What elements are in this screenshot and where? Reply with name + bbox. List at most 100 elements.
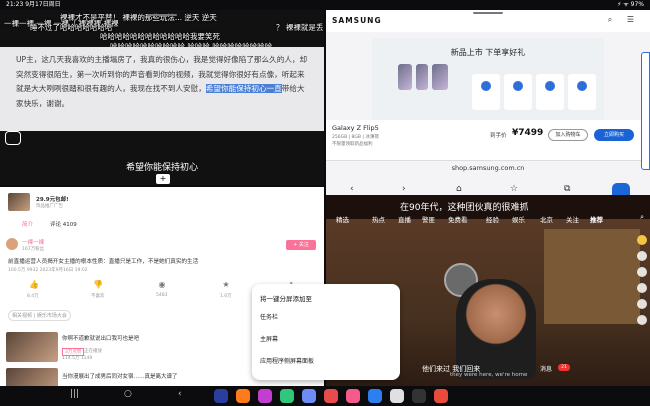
message-badge: 21 — [558, 364, 570, 371]
video-subtitle: 希望你能保持初心 — [125, 163, 198, 173]
publish-button[interactable]: + — [156, 174, 170, 184]
ad-title[interactable]: 29.9元包邮! — [36, 195, 69, 203]
video-stats: 100.5万 9932 2023年9月16日 19:02 — [8, 268, 88, 273]
related-tag[interactable]: 相关视频 | 娱乐市场大会 — [8, 310, 71, 321]
feature-card[interactable] — [536, 74, 564, 110]
url-text[interactable]: shop.samsung.com.cn — [326, 164, 650, 172]
video-tabs: 精选 热点 直播 警匪 免费看 经验 娱乐 北京 关注 推荐 — [326, 214, 650, 225]
promo-banner[interactable]: 新品上市 下单享好礼 — [372, 38, 604, 124]
taskbar: ||| ○ ‹ — [0, 386, 650, 406]
url-bar[interactable]: shop.samsung.com.cn — [326, 160, 650, 176]
tab-comments[interactable]: 评论 4109 — [50, 220, 77, 228]
banner-title: 新品上市 下单享好礼 — [450, 48, 526, 57]
video-title: 前直播运营人员揭开女主播的根本性质：直播只是工作，不是她们真实的生活 — [8, 259, 199, 265]
app-icon[interactable] — [368, 389, 382, 403]
search-icon[interactable]: ⌕ — [640, 213, 644, 222]
author-name[interactable]: 一裸一裸 — [22, 238, 44, 246]
avatar[interactable] — [6, 238, 18, 250]
rec-title[interactable]: 当你漫展出了成男后同对女宿……真是离大谱了 — [62, 372, 178, 380]
tabs-icon[interactable]: ⧉ — [564, 184, 570, 194]
split-divider[interactable] — [0, 185, 324, 187]
feature-card[interactable] — [504, 74, 532, 110]
video-shelf — [544, 229, 640, 324]
pane-drag-handle[interactable] — [473, 12, 503, 14]
like-icon[interactable] — [637, 267, 647, 277]
status-bar: 21:23 9月17日周日 ⚡ ᯤ 97% — [0, 0, 650, 10]
home-icon[interactable]: ⌂ — [456, 184, 462, 194]
app-icon[interactable] — [412, 389, 426, 403]
app-icon[interactable] — [346, 389, 360, 403]
favorite-icon[interactable] — [637, 299, 647, 309]
comment-icon[interactable] — [637, 283, 647, 293]
favorite-count: 1.6万 — [220, 294, 232, 299]
avatar-icon[interactable] — [637, 251, 647, 261]
back-icon[interactable]: ‹ — [350, 184, 354, 194]
menu-item-taskbar[interactable]: 任务栏 — [260, 312, 278, 321]
tab-intro[interactable]: 简介 — [22, 220, 33, 228]
app-icon[interactable] — [214, 389, 228, 403]
edge-panel-handle[interactable] — [641, 52, 650, 170]
danmaku-pane[interactable]: 裸裸才不是平替！ 裸裸的那些玩法... 逆天 逆天 一裸一裸 一裸 一裸（ 裸裸… — [0, 10, 324, 185]
tab-item[interactable]: 精选 — [336, 214, 349, 224]
menu-item-edge-panel[interactable]: 应用程序侧屏幕面板 — [260, 356, 314, 365]
buy-now-button[interactable]: 立即购买 — [594, 129, 634, 141]
app-icon[interactable] — [390, 389, 404, 403]
tab-item[interactable]: 关注 — [566, 214, 579, 224]
feature-card[interactable] — [568, 74, 596, 110]
share-icon[interactable] — [637, 315, 647, 325]
forward-icon[interactable]: › — [402, 184, 406, 194]
coin-count: 5483 — [156, 293, 168, 298]
tab-item[interactable]: 直播 — [398, 214, 411, 224]
rec-thumbnail[interactable] — [6, 368, 58, 386]
product-spec[interactable]: 256GB | 8GB | 冰薄荷 — [332, 134, 379, 140]
rec-title[interactable]: 你啊不道歉就说出口我可也是吧 — [62, 334, 139, 342]
bookmark-icon[interactable]: ☆ — [510, 184, 518, 194]
app-icon[interactable] — [280, 389, 294, 403]
comment-text[interactable]: UP主，这几天我喜欢的主播塌房了，我真的很伤心，我是觉得好像陷了那么久的人，却突… — [16, 53, 312, 111]
rec-meta: 正在播放 — [84, 349, 102, 354]
ad-sub: 饰品推广广告 — [36, 204, 63, 209]
samsung-store-pane[interactable]: SAMSUNG ⌕ ☰ 新品上市 下单享好礼 Galaxy Z Flip5 25… — [326, 10, 650, 207]
comment-card[interactable]: UP主，这几天我喜欢的主播塌房了，我真的很伤心，我是觉得好像陷了那么久的人，却突… — [0, 47, 324, 131]
phone-image — [432, 64, 448, 90]
tab-item[interactable]: 免费看 — [448, 214, 468, 224]
tab-item[interactable]: 北京 — [540, 214, 553, 224]
tab-item[interactable]: 警匪 — [422, 214, 435, 224]
app-icon[interactable] — [302, 389, 316, 403]
recents-button[interactable]: ||| — [70, 389, 79, 399]
rec-thumbnail[interactable] — [6, 332, 58, 362]
app-icon[interactable] — [258, 389, 272, 403]
menu-item-home[interactable]: 主屏幕 — [260, 334, 278, 343]
side-icon[interactable] — [637, 235, 647, 245]
feature-icon — [513, 81, 523, 91]
samsung-logo[interactable]: SAMSUNG — [332, 16, 382, 25]
tab-item[interactable]: 经验 — [486, 214, 499, 224]
phone-image — [398, 64, 412, 90]
rec-stats: 114.5万 1149 — [62, 356, 93, 361]
tab-item[interactable]: 娱乐 — [512, 214, 525, 224]
split-screen-popup: 将一键分屏添加至 任务栏 主屏幕 应用程序侧屏幕面板 — [252, 284, 400, 380]
app-icon[interactable] — [324, 389, 338, 403]
tab-item-active[interactable]: 推荐 — [590, 214, 603, 224]
robot-icon[interactable] — [5, 131, 21, 145]
add-to-cart-button[interactable]: 加入购物车 — [548, 129, 588, 141]
messages-tab[interactable]: 消息 — [540, 364, 552, 373]
ad-thumbnail[interactable] — [8, 193, 30, 211]
like-icon[interactable]: 👍 — [24, 280, 44, 289]
feature-card[interactable] — [472, 74, 500, 110]
favorite-icon[interactable]: ★ — [216, 280, 236, 289]
coin-icon[interactable]: ◉ — [152, 280, 172, 289]
dislike-label: 不喜欢 — [91, 294, 105, 299]
app-icon[interactable] — [236, 389, 250, 403]
comment-highlight[interactable]: 希望你能保持初心一直 — [205, 84, 282, 93]
back-button[interactable]: ‹ — [178, 389, 182, 399]
pane-drag-handle[interactable] — [147, 14, 177, 16]
follow-button[interactable]: + 关注 — [286, 240, 316, 250]
tab-item[interactable]: 热点 — [372, 214, 385, 224]
home-button[interactable]: ○ — [124, 389, 132, 399]
author-meta: 167万粉丝 — [22, 247, 45, 252]
feature-icon — [577, 81, 587, 91]
app-icon[interactable] — [434, 389, 448, 403]
dislike-icon[interactable]: 👎 — [88, 280, 108, 289]
header-icons[interactable]: ⌕ ☰ — [608, 15, 640, 25]
